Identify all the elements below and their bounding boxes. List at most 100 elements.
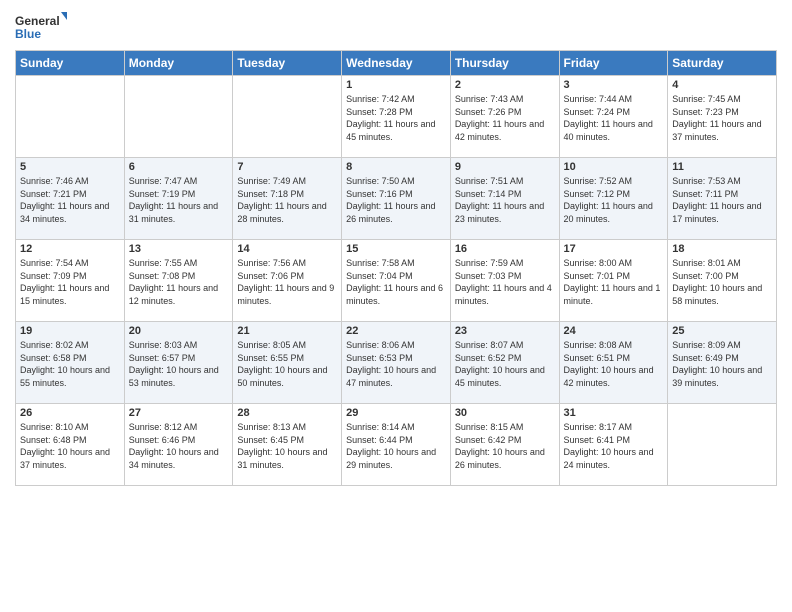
day-info: Sunrise: 7:52 AM Sunset: 7:12 PM Dayligh… [564, 175, 664, 225]
day-number: 10 [564, 161, 664, 173]
calendar-cell: 2 Sunrise: 7:43 AM Sunset: 7:26 PM Daylig… [450, 76, 559, 158]
day-number: 6 [129, 161, 229, 173]
day-number: 9 [455, 161, 555, 173]
day-info: Sunrise: 7:50 AM Sunset: 7:16 PM Dayligh… [346, 175, 446, 225]
day-info: Sunrise: 8:15 AM Sunset: 6:42 PM Dayligh… [455, 421, 555, 471]
day-info: Sunrise: 8:05 AM Sunset: 6:55 PM Dayligh… [237, 339, 337, 389]
weekday-header-row: Sunday Monday Tuesday Wednesday Thursday… [16, 51, 777, 76]
day-number: 11 [672, 161, 772, 173]
calendar-cell: 25Sunrise: 8:09 AM Sunset: 6:49 PM Dayli… [668, 322, 777, 404]
header-friday: Friday [559, 51, 668, 76]
day-number: 27 [129, 407, 229, 419]
calendar-cell [668, 404, 777, 486]
day-info: Sunrise: 8:14 AM Sunset: 6:44 PM Dayligh… [346, 421, 446, 471]
calendar-cell: 4 Sunrise: 7:45 AM Sunset: 7:23 PM Daylig… [668, 76, 777, 158]
day-number: 30 [455, 407, 555, 419]
day-number: 24 [564, 325, 664, 337]
day-info: Sunrise: 7:46 AM Sunset: 7:21 PM Dayligh… [20, 175, 120, 225]
calendar-cell: 28Sunrise: 8:13 AM Sunset: 6:45 PM Dayli… [233, 404, 342, 486]
calendar-cell: 12 Sunrise: 7:54 AM Sunset: 7:09 PM Dayli… [16, 240, 125, 322]
day-info: Sunrise: 7:42 AM Sunset: 7:28 PM Dayligh… [346, 93, 446, 143]
header-saturday: Saturday [668, 51, 777, 76]
day-info: Sunrise: 7:56 AM Sunset: 7:06 PM Dayligh… [237, 257, 337, 307]
day-info: Sunrise: 7:45 AM Sunset: 7:23 PM Dayligh… [672, 93, 772, 143]
day-number: 29 [346, 407, 446, 419]
calendar-cell: 24 Sunrise: 8:08 AM Sunset: 6:51 PM Dayli… [559, 322, 668, 404]
day-number: 8 [346, 161, 446, 173]
day-number: 16 [455, 243, 555, 255]
day-info: Sunrise: 8:13 AM Sunset: 6:45 PM Dayligh… [237, 421, 337, 471]
calendar-cell: 27 Sunrise: 8:12 AM Sunset: 6:46 PM Dayli… [124, 404, 233, 486]
day-number: 2 [455, 79, 555, 91]
calendar-cell: 23Sunrise: 8:07 AM Sunset: 6:52 PM Dayli… [450, 322, 559, 404]
day-info: Sunrise: 7:51 AM Sunset: 7:14 PM Dayligh… [455, 175, 555, 225]
calendar-cell: 9 Sunrise: 7:51 AM Sunset: 7:14 PM Daylig… [450, 158, 559, 240]
calendar-row: 12 Sunrise: 7:54 AM Sunset: 7:09 PM Dayli… [16, 240, 777, 322]
calendar-cell: 20Sunrise: 8:03 AM Sunset: 6:57 PM Dayli… [124, 322, 233, 404]
day-info: Sunrise: 8:10 AM Sunset: 6:48 PM Dayligh… [20, 421, 120, 471]
day-info: Sunrise: 7:49 AM Sunset: 7:18 PM Dayligh… [237, 175, 337, 225]
calendar-cell: 31 Sunrise: 8:17 AM Sunset: 6:41 PM Dayli… [559, 404, 668, 486]
day-number: 26 [20, 407, 120, 419]
day-number: 19 [20, 325, 120, 337]
day-info: Sunrise: 8:01 AM Sunset: 7:00 PM Dayligh… [672, 257, 772, 307]
calendar-cell: 22 Sunrise: 8:06 AM Sunset: 6:53 PM Dayli… [342, 322, 451, 404]
calendar-cell [233, 76, 342, 158]
calendar-cell: 19 Sunrise: 8:02 AM Sunset: 6:58 PM Dayli… [16, 322, 125, 404]
calendar-cell [124, 76, 233, 158]
calendar-row: 5 Sunrise: 7:46 AM Sunset: 7:21 PM Daylig… [16, 158, 777, 240]
day-number: 15 [346, 243, 446, 255]
header-sunday: Sunday [16, 51, 125, 76]
day-number: 20 [129, 325, 229, 337]
calendar-cell: 8 Sunrise: 7:50 AM Sunset: 7:16 PM Daylig… [342, 158, 451, 240]
day-info: Sunrise: 8:02 AM Sunset: 6:58 PM Dayligh… [20, 339, 120, 389]
day-info: Sunrise: 8:12 AM Sunset: 6:46 PM Dayligh… [129, 421, 229, 471]
day-number: 31 [564, 407, 664, 419]
svg-text:Blue: Blue [15, 27, 41, 41]
svg-text:General: General [15, 14, 60, 28]
page: General Blue Sunday Monday Tuesday Wedne… [0, 0, 792, 612]
calendar-row: 19 Sunrise: 8:02 AM Sunset: 6:58 PM Dayli… [16, 322, 777, 404]
day-info: Sunrise: 7:47 AM Sunset: 7:19 PM Dayligh… [129, 175, 229, 225]
day-number: 13 [129, 243, 229, 255]
calendar-cell: 21 Sunrise: 8:05 AM Sunset: 6:55 PM Dayli… [233, 322, 342, 404]
day-info: Sunrise: 8:07 AM Sunset: 6:52 PM Dayligh… [455, 339, 555, 389]
day-number: 18 [672, 243, 772, 255]
calendar-cell: 6 Sunrise: 7:47 AM Sunset: 7:19 PM Daylig… [124, 158, 233, 240]
day-number: 4 [672, 79, 772, 91]
header-wednesday: Wednesday [342, 51, 451, 76]
day-info: Sunrise: 8:17 AM Sunset: 6:41 PM Dayligh… [564, 421, 664, 471]
day-info: Sunrise: 7:44 AM Sunset: 7:24 PM Dayligh… [564, 93, 664, 143]
day-number: 12 [20, 243, 120, 255]
day-info: Sunrise: 8:00 AM Sunset: 7:01 PM Dayligh… [564, 257, 664, 307]
day-number: 7 [237, 161, 337, 173]
day-info: Sunrise: 7:58 AM Sunset: 7:04 PM Dayligh… [346, 257, 446, 307]
day-info: Sunrise: 7:53 AM Sunset: 7:11 PM Dayligh… [672, 175, 772, 225]
day-info: Sunrise: 8:08 AM Sunset: 6:51 PM Dayligh… [564, 339, 664, 389]
header: General Blue [15, 10, 777, 42]
day-number: 1 [346, 79, 446, 91]
day-info: Sunrise: 7:43 AM Sunset: 7:26 PM Dayligh… [455, 93, 555, 143]
calendar-cell: 5 Sunrise: 7:46 AM Sunset: 7:21 PM Daylig… [16, 158, 125, 240]
day-number: 21 [237, 325, 337, 337]
calendar-cell: 17 Sunrise: 8:00 AM Sunset: 7:01 PM Dayli… [559, 240, 668, 322]
calendar-cell: 29 Sunrise: 8:14 AM Sunset: 6:44 PM Dayli… [342, 404, 451, 486]
day-number: 22 [346, 325, 446, 337]
calendar-cell: 18 Sunrise: 8:01 AM Sunset: 7:00 PM Dayli… [668, 240, 777, 322]
calendar-cell: 30 Sunrise: 8:15 AM Sunset: 6:42 PM Dayli… [450, 404, 559, 486]
calendar-cell: 26 Sunrise: 8:10 AM Sunset: 6:48 PM Dayli… [16, 404, 125, 486]
calendar-cell: 3Sunrise: 7:44 AM Sunset: 7:24 PM Daylig… [559, 76, 668, 158]
day-number: 5 [20, 161, 120, 173]
day-info: Sunrise: 8:06 AM Sunset: 6:53 PM Dayligh… [346, 339, 446, 389]
header-tuesday: Tuesday [233, 51, 342, 76]
calendar-cell: 10 Sunrise: 7:52 AM Sunset: 7:12 PM Dayli… [559, 158, 668, 240]
day-number: 17 [564, 243, 664, 255]
header-thursday: Thursday [450, 51, 559, 76]
calendar-cell: 13Sunrise: 7:55 AM Sunset: 7:08 PM Dayli… [124, 240, 233, 322]
calendar-cell [16, 76, 125, 158]
calendar-cell: 16 Sunrise: 7:59 AM Sunset: 7:03 PM Dayli… [450, 240, 559, 322]
day-info: Sunrise: 7:54 AM Sunset: 7:09 PM Dayligh… [20, 257, 120, 307]
calendar: Sunday Monday Tuesday Wednesday Thursday… [15, 50, 777, 486]
day-info: Sunrise: 7:59 AM Sunset: 7:03 PM Dayligh… [455, 257, 555, 307]
header-monday: Monday [124, 51, 233, 76]
